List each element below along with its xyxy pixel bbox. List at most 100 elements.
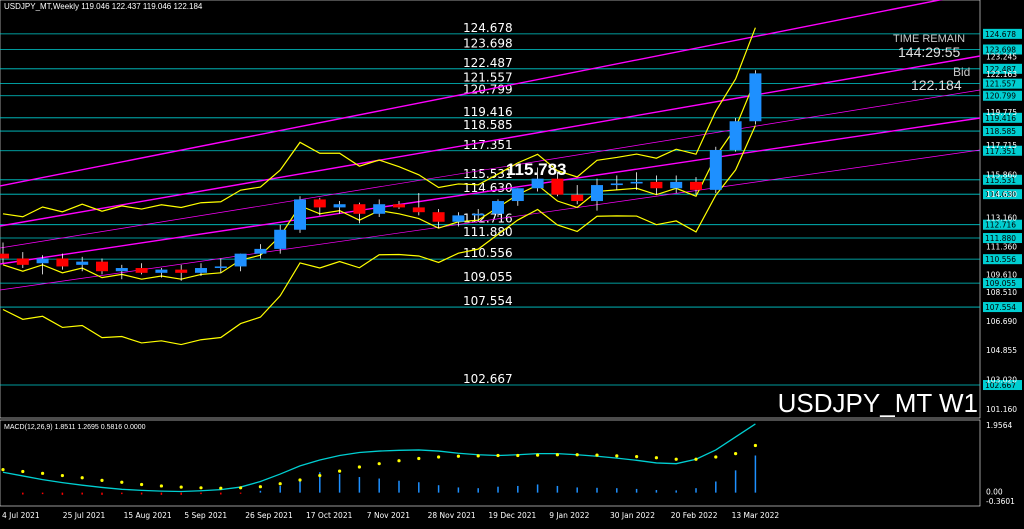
candle-body xyxy=(214,266,227,269)
candle-body xyxy=(254,248,267,254)
candle-body xyxy=(155,269,168,273)
macd-signal-dot xyxy=(397,459,401,463)
price-level-label: 109.055 xyxy=(463,270,513,284)
candle-body xyxy=(135,268,148,273)
price-level-label: 123.698 xyxy=(463,36,513,50)
macd-signal-dot xyxy=(417,456,421,461)
symbol-watermark: USDJPY_MT W1 xyxy=(777,388,978,418)
macd-signal-dot xyxy=(536,453,540,457)
price-level-label: 111.880 xyxy=(463,225,513,239)
candle-body xyxy=(274,229,287,249)
candle-body xyxy=(690,181,702,190)
chart-window[interactable]: 124.678 124.678 123.698 123.698 122.487 122.4… xyxy=(0,0,1024,524)
candle-body xyxy=(650,181,663,189)
macd-signal-dot xyxy=(456,454,460,458)
macd-signal-dot xyxy=(159,484,163,488)
macd-signal-dot xyxy=(41,471,45,475)
chart-header: USDJPY_MT,Weekly 119.046 122.437 119.046… xyxy=(4,2,203,11)
candle-body xyxy=(115,268,128,272)
candle-body xyxy=(749,73,762,122)
macd-signal-dot xyxy=(714,455,718,459)
macd-label: MACD(12,26,9) 1.8511 1.2695 0.5816 0.000… xyxy=(4,424,146,431)
macd-signal-dot xyxy=(338,469,342,473)
macd-signal-dot xyxy=(120,480,124,484)
candle-body xyxy=(709,149,722,190)
candle-body xyxy=(511,188,524,202)
candle-body xyxy=(630,181,643,184)
y-axis-label: 106.690 xyxy=(986,317,1017,326)
macd-signal-dot xyxy=(615,454,619,458)
x-axis-label: 20 Feb 2022 xyxy=(671,511,718,520)
y-axis-label: 119.775 xyxy=(986,108,1017,117)
macd-signal-dot xyxy=(476,454,480,458)
y-axis-label: 103.020 xyxy=(986,375,1017,384)
price-level-tag-label: 109.055 xyxy=(985,279,1016,288)
price-level-tag-label: 107.554 xyxy=(985,303,1016,312)
y-axis-label: 113.160 xyxy=(986,214,1017,223)
macd-pane-frame xyxy=(0,419,981,507)
macd-signal-dot xyxy=(734,452,738,456)
y-axis-label: 123.245 xyxy=(986,53,1017,62)
macd-signal-dot xyxy=(21,469,25,474)
price-chart[interactable]: 124.678 124.678123.698 123.698122.487 122.4… xyxy=(0,0,1024,524)
y-axis-label: 114.630 xyxy=(986,190,1017,199)
macd-signal-dot xyxy=(278,482,282,486)
macd-signal-dot xyxy=(516,453,520,458)
y-axis-label: 122.163 xyxy=(986,70,1017,79)
y-axis-label: 109.610 xyxy=(986,270,1017,279)
candle-body xyxy=(313,199,326,208)
x-axis-label: 17 Oct 2021 xyxy=(306,511,353,520)
y-axis-label: 101.160 xyxy=(986,405,1017,414)
macd-signal-dot xyxy=(199,486,203,490)
candle-body xyxy=(294,199,306,230)
candle-body xyxy=(531,178,544,189)
y-axis-label: 115.860 xyxy=(986,171,1017,180)
macd-signal-dot xyxy=(496,453,500,458)
macd-signal-dot xyxy=(140,482,144,487)
x-axis-label: 26 Sep 2021 xyxy=(245,511,293,520)
y-axis-label: 111.360 xyxy=(986,242,1017,251)
macd-signal-dot xyxy=(239,486,243,490)
macd-signal-dot xyxy=(219,486,223,490)
y-axis-label: 104.855 xyxy=(986,346,1017,355)
price-level-tag-label: 120.799 xyxy=(985,92,1016,101)
price-level-label: 119.416 xyxy=(463,105,513,119)
macd-signal-dot xyxy=(694,457,698,461)
macd-signal-dot xyxy=(595,453,599,457)
price-level-tag-label: 124.678 xyxy=(985,30,1016,39)
macd-signal-dot xyxy=(575,453,579,457)
candle-body xyxy=(610,183,623,186)
current-price-label: 115.783 xyxy=(506,160,567,179)
x-axis-label: 13 Mar 2022 xyxy=(732,511,780,520)
candle-body xyxy=(393,204,405,208)
price-level-label: 110.556 xyxy=(463,246,513,260)
candle-body xyxy=(353,204,366,214)
candle-body xyxy=(76,261,89,265)
candle-body xyxy=(729,121,742,150)
macd-signal-dot xyxy=(674,457,678,461)
price-level-tag-label: 121.557 xyxy=(985,80,1016,89)
candle-body xyxy=(234,253,247,267)
macd-signal-dot xyxy=(357,465,361,469)
macd-signal-dot xyxy=(555,453,560,457)
x-axis-label: 28 Nov 2021 xyxy=(428,511,476,520)
macd-signal-dot xyxy=(318,473,322,478)
candle-body xyxy=(16,258,29,265)
x-axis-label: 5 Sep 2021 xyxy=(184,511,227,520)
macd-signal-dot xyxy=(179,485,183,489)
candle-body xyxy=(412,207,425,213)
candle-body xyxy=(571,194,584,202)
macd-axis-label: -0.3601 xyxy=(986,497,1015,506)
x-axis-label: 7 Nov 2021 xyxy=(367,511,410,520)
macd-signal-dot xyxy=(100,478,104,482)
candle-body xyxy=(96,261,108,272)
candle-body xyxy=(373,204,386,214)
price-level-label: 122.487 xyxy=(463,56,513,70)
x-axis-label: 9 Jan 2022 xyxy=(549,511,589,520)
y-axis-label: 117.715 xyxy=(986,141,1017,150)
band-lower xyxy=(2,125,756,346)
price-level-tag-label: 118.585 xyxy=(985,127,1016,136)
macd-axis-label: 1.9564 xyxy=(986,421,1012,430)
macd-signal-dot xyxy=(258,485,262,489)
macd-signal-dot xyxy=(60,473,64,478)
